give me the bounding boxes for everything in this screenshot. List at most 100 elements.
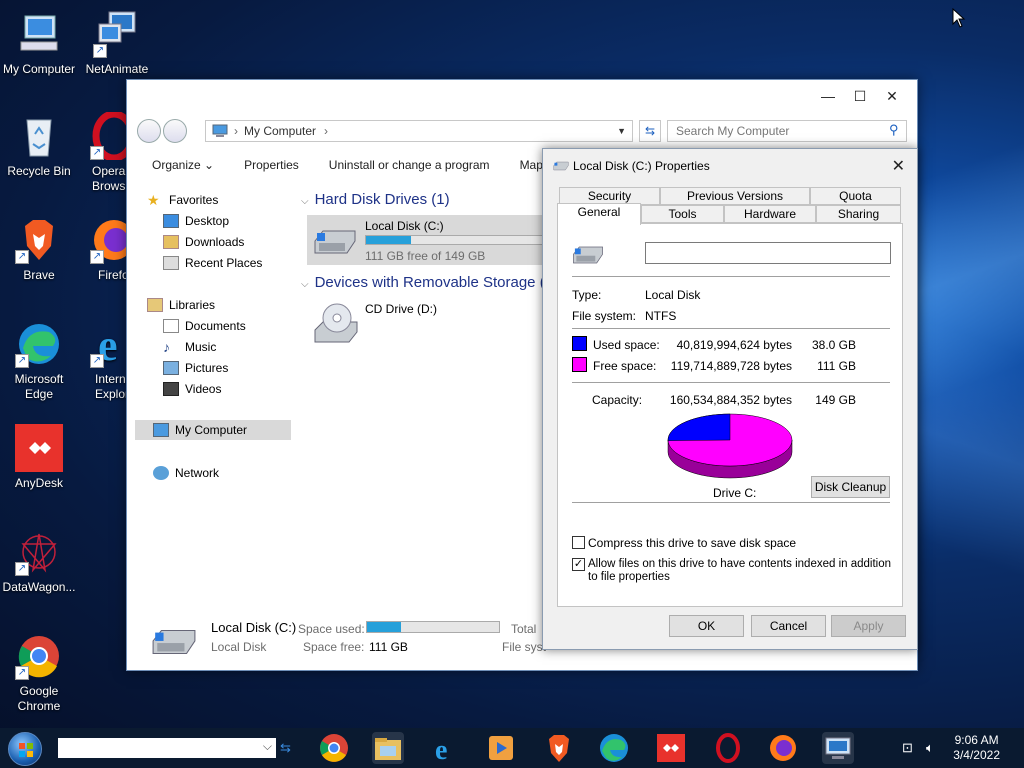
- group-header-hard-disks[interactable]: ⌵ Hard Disk Drives (1): [301, 191, 450, 208]
- capacity-gb: 149 GB: [815, 393, 856, 407]
- nav-label: Network: [175, 466, 220, 480]
- used-space-label: Used space:: [593, 338, 660, 352]
- start-button[interactable]: [8, 732, 42, 766]
- desktop-icon-recycle-bin[interactable]: Recycle Bin: [0, 112, 78, 179]
- tab-tools[interactable]: Tools: [641, 205, 724, 223]
- details-name: Local Disk (C:): [211, 620, 297, 635]
- chevron-down-icon[interactable]: ⌵: [301, 279, 309, 290]
- desktop-icon-ie[interactable]: e ↗ Intern Explor: [78, 320, 128, 402]
- nav-pictures[interactable]: Pictures: [163, 358, 228, 378]
- desktop-icon-edge[interactable]: ↗ Microsoft Edge: [0, 320, 78, 402]
- drive-name-input[interactable]: [645, 242, 891, 264]
- uninstall-button[interactable]: Uninstall or change a program: [329, 158, 490, 172]
- search-icon[interactable]: ⚲: [889, 122, 899, 138]
- refresh-button[interactable]: ⇆: [639, 120, 661, 142]
- tab-quota[interactable]: Quota: [810, 187, 901, 205]
- nav-favorites[interactable]: ★ Favorites: [147, 190, 218, 210]
- minimize-button[interactable]: —: [813, 88, 843, 104]
- volume-tray-icon[interactable]: 🔈︎: [926, 740, 934, 756]
- maximize-button[interactable]: ☐: [845, 88, 875, 105]
- compress-checkbox[interactable]: [572, 536, 585, 549]
- file-system-value: NTFS: [645, 309, 677, 323]
- desktop-icon-chrome[interactable]: ↗ Google Chrome: [0, 632, 78, 714]
- nav-label: Desktop: [185, 214, 230, 228]
- recent-places-icon: [163, 256, 179, 270]
- go-arrow-icon[interactable]: ⇆: [280, 738, 300, 758]
- taskbar-chrome-icon[interactable]: [318, 732, 350, 764]
- disk-cleanup-button[interactable]: Disk Cleanup: [811, 476, 890, 498]
- index-checkbox[interactable]: ✓: [572, 558, 585, 571]
- desktop-icon-anydesk[interactable]: AnyDesk: [0, 424, 78, 491]
- space-used-fill: [367, 622, 401, 632]
- nav-my-computer[interactable]: My Computer: [135, 420, 291, 440]
- drive-usage-bar: [365, 235, 543, 245]
- search-input[interactable]: Search My Computer: [667, 120, 907, 142]
- desktop-icon-brave[interactable]: ↗ Brave: [0, 216, 78, 283]
- back-button[interactable]: [137, 119, 161, 143]
- nav-libraries[interactable]: Libraries: [147, 295, 215, 315]
- disk-usage-pie-chart: [667, 413, 793, 479]
- forward-button[interactable]: [163, 119, 187, 143]
- recycle-bin-icon: [15, 112, 63, 160]
- nav-recent-places[interactable]: Recent Places: [163, 253, 262, 273]
- network-tray-icon[interactable]: ⊡: [902, 740, 913, 756]
- tab-hardware[interactable]: Hardware: [724, 205, 816, 223]
- desktop-icon-label: AnyDesk: [14, 476, 64, 490]
- close-button[interactable]: ✕: [877, 88, 907, 105]
- group-header-removable[interactable]: ⌵ Devices with Removable Storage (: [301, 274, 545, 291]
- desktop-icon-firefox[interactable]: ↗ Firefo: [78, 216, 128, 283]
- clock-time: 9:06 AM: [954, 733, 999, 747]
- group-header-label: Hard Disk Drives (1): [314, 191, 450, 208]
- chevron-down-icon[interactable]: ⌵: [301, 196, 309, 207]
- dialog-close-button[interactable]: ✕: [892, 156, 905, 176]
- free-space-bytes: 119,714,889,728 bytes: [670, 359, 792, 373]
- map-drive-button[interactable]: Map: [520, 158, 543, 172]
- breadcrumb-my-computer[interactable]: My Computer: [244, 124, 316, 138]
- nav-downloads[interactable]: Downloads: [163, 232, 244, 252]
- tab-sharing[interactable]: Sharing: [816, 205, 901, 223]
- taskbar-edge-icon[interactable]: [598, 732, 630, 764]
- system-clock[interactable]: 9:06 AM 3/4/2022: [953, 733, 1000, 763]
- taskbar-media-player-icon[interactable]: [485, 732, 517, 764]
- nav-documents[interactable]: Documents: [163, 316, 246, 336]
- taskbar-brave-icon[interactable]: [543, 732, 575, 764]
- nav-label: My Computer: [175, 423, 248, 437]
- address-dropdown-icon[interactable]: ▼: [617, 126, 626, 136]
- drive-tile-d[interactable]: CD Drive (D:): [307, 298, 507, 348]
- desktop-icon-opera[interactable]: ↗ Opera Brows: [78, 112, 128, 194]
- apply-button[interactable]: Apply: [831, 615, 906, 637]
- nav-videos[interactable]: Videos: [163, 379, 221, 399]
- chevron-down-icon[interactable]: ⌵: [263, 739, 272, 754]
- cancel-button[interactable]: Cancel: [751, 615, 826, 637]
- nav-label: Pictures: [185, 361, 229, 375]
- dialog-title: Local Disk (C:) Properties: [553, 159, 710, 173]
- nav-network[interactable]: Network: [153, 463, 219, 483]
- taskbar-anydesk-icon[interactable]: [655, 732, 687, 764]
- internet-explorer-icon: e ↗: [90, 320, 128, 370]
- taskbar-opera-icon[interactable]: [712, 732, 744, 764]
- desktop-icon-my-computer[interactable]: My Computer: [0, 10, 78, 77]
- address-bar[interactable]: › My Computer › ▼: [205, 120, 633, 142]
- tab-general[interactable]: General: [557, 203, 641, 225]
- tab-previous-versions[interactable]: Previous Versions: [660, 187, 810, 205]
- properties-dialog[interactable]: Local Disk (C:) Properties ✕ Security Pr…: [542, 148, 918, 650]
- datawagon-icon: ↗: [15, 528, 63, 576]
- free-space-gb: 111 GB: [817, 359, 856, 373]
- nav-label: Recent Places: [185, 256, 263, 270]
- nav-music[interactable]: ♪ Music: [163, 337, 216, 357]
- taskbar-ie-icon[interactable]: e: [430, 732, 462, 764]
- space-free-value: 111 GB: [369, 640, 408, 654]
- ok-button[interactable]: OK: [669, 615, 744, 637]
- organize-button[interactable]: Organize ⌄: [152, 158, 214, 172]
- properties-button[interactable]: Properties: [244, 158, 299, 172]
- taskbar-firefox-icon[interactable]: [767, 732, 799, 764]
- nav-desktop[interactable]: Desktop: [163, 211, 229, 231]
- drive-tile-c[interactable]: Local Disk (C:) 111 GB free of 149 GB: [307, 215, 547, 265]
- desktop-icon-netanimate[interactable]: ↗ NetAnimate: [78, 10, 156, 77]
- firefox-icon: ↗: [90, 216, 128, 264]
- taskbar-search-input[interactable]: ⌵: [58, 738, 276, 758]
- taskbar-netanimate-icon[interactable]: [822, 732, 854, 764]
- taskbar-file-explorer-icon[interactable]: [372, 732, 404, 764]
- desktop-icon-datawagon[interactable]: ↗ DataWagon...: [0, 528, 78, 595]
- group-header-label: Devices with Removable Storage (: [314, 274, 545, 291]
